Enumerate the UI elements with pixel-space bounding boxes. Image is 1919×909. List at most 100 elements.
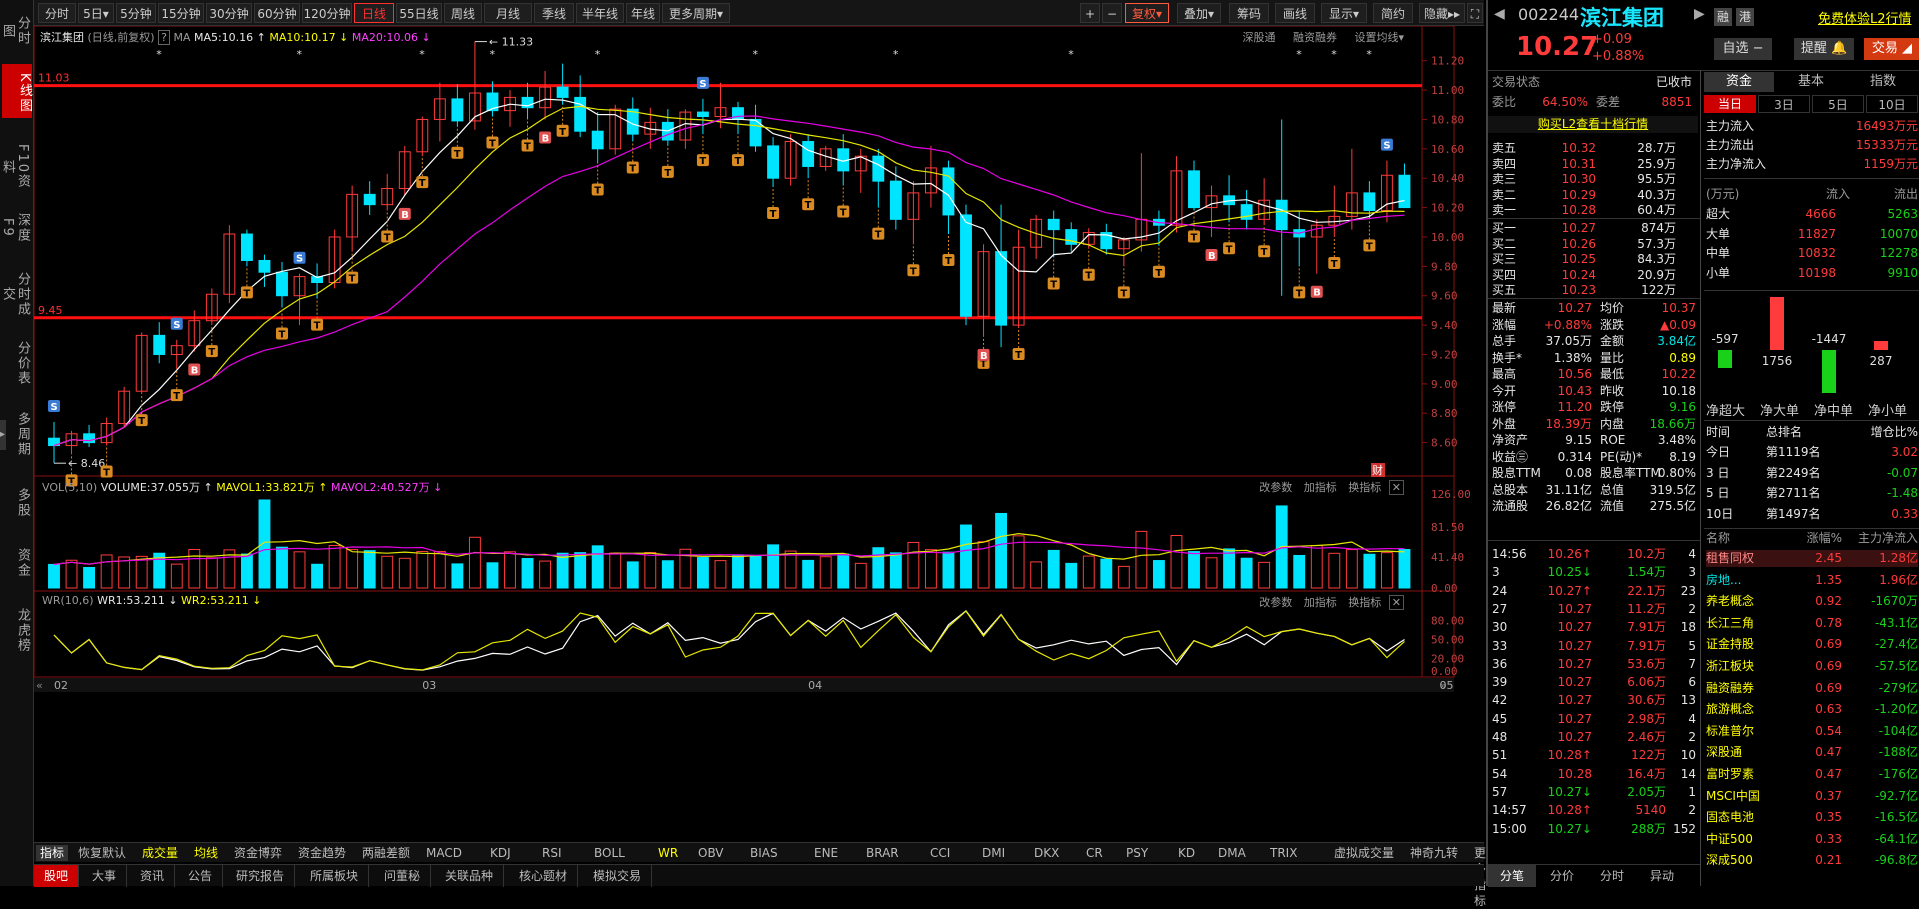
add-watchlist-button[interactable]: 自选 − xyxy=(1714,38,1772,60)
vol-edit-params[interactable]: 改参数 xyxy=(1259,481,1292,494)
toolbar-overlay-button[interactable]: 叠加▾ xyxy=(1177,3,1221,23)
left-tab-9[interactable]: 龙虎榜 xyxy=(4,600,30,656)
alert-button[interactable]: 提醒 🔔 xyxy=(1794,38,1854,60)
toolbar-fq-button[interactable]: 复权▾ xyxy=(1125,3,1169,23)
toolbar-simple-button[interactable]: 简约 xyxy=(1373,3,1413,23)
sector-row[interactable]: 养老概念 0.92 -1670万 xyxy=(1706,593,1918,610)
indicator-tab-21[interactable]: KD xyxy=(1174,845,1199,861)
info-tab-2[interactable]: 资讯 xyxy=(130,865,176,887)
wr-add-indicator[interactable]: 加指标 xyxy=(1304,596,1337,609)
sector-row[interactable]: 标准普尔 0.54 -104亿 xyxy=(1706,723,1918,740)
help-icon[interactable]: ? xyxy=(158,30,170,45)
tick-tab-1[interactable]: 分价 xyxy=(1538,865,1586,887)
fund-period-2[interactable]: 5日 xyxy=(1812,95,1864,113)
fund-period-1[interactable]: 3日 xyxy=(1758,95,1810,113)
sector-row[interactable]: 房地... 1.35 1.96亿 xyxy=(1706,572,1918,589)
sector-row[interactable]: 固态电池 0.35 -16.5亿 xyxy=(1706,809,1918,826)
next-stock-icon[interactable]: ▶ xyxy=(1694,6,1705,22)
indicator-tab-22[interactable]: DMA xyxy=(1214,845,1250,861)
period-14[interactable]: 更多周期▾ xyxy=(662,3,730,23)
indicator-tab-7[interactable]: MACD xyxy=(422,845,466,861)
period-7[interactable]: 日线 xyxy=(354,3,394,23)
indicator-tab-11[interactable]: WR xyxy=(654,845,682,861)
left-tab-3[interactable]: 深度F9 xyxy=(0,204,30,248)
prev-stock-icon[interactable]: ◀ xyxy=(1494,6,1505,22)
link-ma-settings[interactable]: 设置均线▾ xyxy=(1354,31,1404,44)
left-tab-7[interactable]: 多股 xyxy=(4,480,30,522)
toolbar-chips-button[interactable]: 筹码 xyxy=(1229,3,1269,23)
toolbar-hide-button[interactable]: 隐藏▸▸ xyxy=(1419,3,1465,23)
fund-tab-1[interactable]: 基本 xyxy=(1776,72,1846,92)
left-tab-0[interactable]: 分时图 xyxy=(0,6,30,52)
sector-row[interactable]: 融资融券 0.69 -279亿 xyxy=(1706,680,1918,697)
indicator-tab-13[interactable]: BIAS xyxy=(746,845,782,861)
left-tab-1[interactable]: K线图 xyxy=(2,64,32,118)
fund-period-3[interactable]: 10日 xyxy=(1866,95,1918,113)
fund-tab-2[interactable]: 指数 xyxy=(1848,72,1918,92)
period-10[interactable]: 月线 xyxy=(484,3,532,23)
toolbar-draw-button[interactable]: 画线 xyxy=(1275,3,1315,23)
period-13[interactable]: 年线 xyxy=(626,3,660,23)
info-tab-4[interactable]: 研究报告 xyxy=(226,865,296,887)
sector-row[interactable]: 证金持股 0.69 -27.4亿 xyxy=(1706,636,1918,653)
info-tab-8[interactable]: 核心题材 xyxy=(509,865,579,887)
info-tab-9[interactable]: 模拟交易 xyxy=(583,865,653,887)
indicator-tab-8[interactable]: KDJ xyxy=(486,845,515,861)
indicator-tab-14[interactable]: ENE xyxy=(810,845,842,861)
tick-tab-2[interactable]: 分时 xyxy=(1588,865,1636,887)
toolbar-minus-button[interactable]: − xyxy=(1102,3,1122,23)
indicator-tab-23[interactable]: TRIX xyxy=(1266,845,1301,861)
vol-switch-indicator[interactable]: 换指标 xyxy=(1348,481,1381,494)
period-3[interactable]: 15分钟 xyxy=(158,3,204,23)
indicator-tab-12[interactable]: OBV xyxy=(694,845,728,861)
period-4[interactable]: 30分钟 xyxy=(206,3,252,23)
sector-row[interactable]: 深股通 0.47 -188亿 xyxy=(1706,744,1918,761)
indicator-tab-2[interactable]: 成交量 xyxy=(138,845,182,861)
info-tab-7[interactable]: 关联品种 xyxy=(435,865,505,887)
fund-period-0[interactable]: 当日 xyxy=(1704,95,1756,113)
toolbar-display-button[interactable]: 显示▾ xyxy=(1321,3,1367,23)
sector-row[interactable]: 中证500 0.33 -64.1亿 xyxy=(1706,831,1918,848)
fund-tab-0[interactable]: 资金 xyxy=(1704,72,1774,92)
info-tab-3[interactable]: 公告 xyxy=(178,865,224,887)
sector-row[interactable]: MSCI中国 0.37 -92.7亿 xyxy=(1706,788,1918,805)
period-8[interactable]: 55日线 xyxy=(396,3,442,23)
info-tab-5[interactable]: 所属板块 xyxy=(300,865,370,887)
period-6[interactable]: 120分钟 xyxy=(302,3,352,23)
period-5[interactable]: 60分钟 xyxy=(254,3,300,23)
sector-row[interactable]: 深成500 0.21 -96.8亿 xyxy=(1706,852,1918,869)
left-tab-5[interactable]: 分价表 xyxy=(4,336,30,386)
period-11[interactable]: 季线 xyxy=(534,3,574,23)
indicator-tab-9[interactable]: RSI xyxy=(538,845,566,861)
indicator-tab-0[interactable]: 指标 xyxy=(36,845,69,861)
tick-tab-3[interactable]: 异动 xyxy=(1638,865,1686,887)
left-tab-6[interactable]: 多周期 xyxy=(4,402,30,462)
period-12[interactable]: 半年线 xyxy=(576,3,624,23)
sector-row[interactable]: 租售同权 2.45 1.28亿 xyxy=(1706,550,1918,567)
wr-close-icon[interactable]: ✕ xyxy=(1388,595,1404,610)
left-tab-8[interactable]: 资金 xyxy=(4,538,30,584)
trade-button[interactable]: 交易 ◢ xyxy=(1864,38,1919,60)
sector-row[interactable]: 浙江板块 0.69 -57.5亿 xyxy=(1706,658,1918,675)
link-hk-connect[interactable]: 深股通 xyxy=(1242,31,1275,44)
indicator-tab-18[interactable]: DKX xyxy=(1030,845,1063,861)
l2-trial-link[interactable]: 免费体验L2行情 xyxy=(1818,8,1912,27)
period-9[interactable]: 周线 xyxy=(444,3,482,23)
sector-row[interactable]: 长江三角 0.78 -43.1亿 xyxy=(1706,615,1918,632)
indicator-tab-15[interactable]: BRAR xyxy=(862,845,903,861)
kline-chart-area[interactable]: 11.20 11.00 10.80 10.60 10.40 10.20 10.00 9.80 9… xyxy=(34,26,1484,696)
period-2[interactable]: 5分钟 xyxy=(116,3,156,23)
indicator-tab-6[interactable]: 两融差额 xyxy=(358,845,414,861)
left-tab-2[interactable]: F10资料 xyxy=(0,140,30,190)
indicator-tab-25[interactable]: 神奇九转 xyxy=(1406,845,1462,861)
info-tab-1[interactable]: 大事 xyxy=(82,865,128,887)
indicator-tab-1[interactable]: 恢复默认 xyxy=(74,845,130,861)
wr-switch-indicator[interactable]: 换指标 xyxy=(1348,596,1381,609)
sector-row[interactable]: 旅游概念 0.63 -1.20亿 xyxy=(1706,701,1918,718)
indicator-tab-20[interactable]: PSY xyxy=(1122,845,1152,861)
indicator-tab-10[interactable]: BOLL xyxy=(590,845,629,861)
collapse-left-icon[interactable]: ▸ xyxy=(0,420,6,450)
indicator-tab-19[interactable]: CR xyxy=(1082,845,1107,861)
wr-edit-params[interactable]: 改参数 xyxy=(1259,596,1292,609)
indicator-tab-3[interactable]: 均线 xyxy=(190,845,222,861)
